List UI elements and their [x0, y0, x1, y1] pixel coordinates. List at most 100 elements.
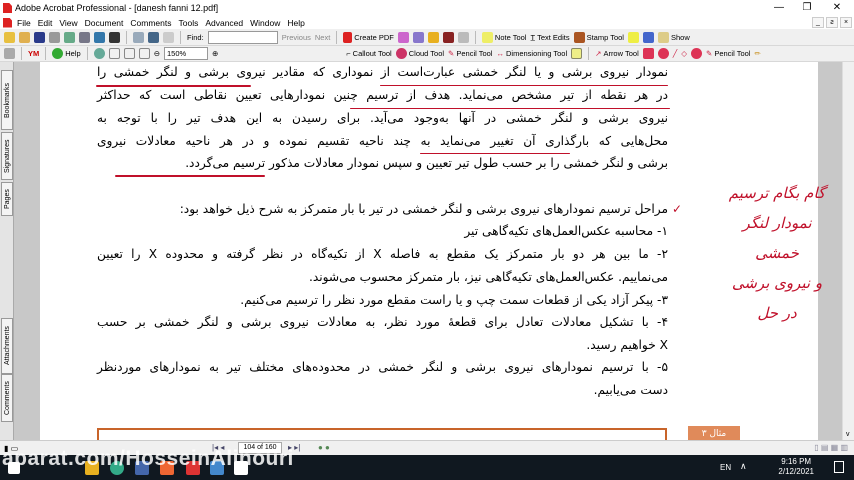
text-edits-button[interactable]: T̲ Text Edits — [530, 33, 569, 42]
callout-tool-label: Callout Tool — [352, 49, 392, 58]
eraser-icon[interactable]: ✏ — [754, 49, 760, 58]
dimensioning-tool-button[interactable]: ↔ Dimensioning Tool — [496, 49, 567, 58]
note-tool-button[interactable]: Note Tool — [481, 31, 527, 43]
title-bar: Adobe Acrobat Professional - [danesh fan… — [0, 0, 854, 16]
lock-icon[interactable] — [427, 31, 439, 43]
menu-window[interactable]: Window — [250, 18, 280, 28]
cloud-icon — [395, 48, 407, 59]
maximize-button[interactable]: ❐ — [792, 0, 822, 16]
secure-icon[interactable] — [397, 31, 409, 43]
handwritten-annotation: گام بگام ترسیم نمودار لنگر خمشی و نیروی … — [722, 178, 832, 328]
tab-comments[interactable]: Comments — [1, 374, 13, 422]
email-icon[interactable] — [64, 31, 75, 43]
forms-icon[interactable] — [457, 31, 469, 43]
menu-document[interactable]: Document — [85, 18, 124, 28]
rectangle-icon[interactable] — [642, 48, 654, 59]
stamp-tool-button[interactable]: Stamp Tool — [573, 31, 624, 43]
scroll-down-icon[interactable]: v — [846, 431, 850, 438]
page-layout-icon[interactable]: ▯ ▤ ▦ ▥ — [814, 443, 848, 452]
callout-tool-button[interactable]: ⌐ Callout Tool — [346, 49, 391, 58]
highlight-icon[interactable] — [627, 31, 639, 43]
text-edits-icon: T̲ — [530, 32, 536, 42]
step-item: ۱- محاسبه عکس‌العمل‌های تکیه‌گاهی تیر — [464, 224, 668, 238]
arrow-tool-button[interactable]: ↗ Arrow Tool — [595, 49, 639, 58]
clock-time: 9:16 PM — [781, 457, 812, 466]
print-icon[interactable] — [49, 31, 60, 43]
menu-comments[interactable]: Comments — [130, 18, 171, 28]
undo-icon[interactable] — [148, 31, 159, 43]
notifications-icon[interactable] — [834, 461, 844, 473]
cloud-tool-button[interactable]: Cloud Tool — [395, 48, 444, 59]
history-nav-icon[interactable]: ● ● — [318, 443, 330, 452]
zoom-in-tool-icon[interactable] — [93, 48, 105, 59]
language-indicator[interactable]: EN — [720, 463, 731, 472]
dimension-icon: ↔ — [496, 49, 504, 58]
sign-icon[interactable] — [412, 31, 424, 43]
find-label: Find: — [187, 32, 204, 42]
menu-view[interactable]: View — [59, 18, 77, 28]
find-input[interactable] — [207, 30, 278, 44]
menu-advanced[interactable]: Advanced — [205, 18, 243, 28]
binoculars-icon[interactable] — [109, 31, 120, 43]
fit-width-icon[interactable] — [138, 48, 150, 59]
tab-signatures[interactable]: Signatures — [1, 132, 13, 180]
doc-restore-button[interactable]: ƨ — [826, 17, 838, 28]
dimensioning-tool-label: Dimensioning Tool — [505, 49, 568, 58]
step-item: دست می‌یابیم. — [593, 383, 668, 397]
find-next-button[interactable]: Next — [315, 33, 330, 42]
show-button[interactable]: Show — [657, 31, 690, 43]
save-icon[interactable] — [34, 31, 45, 43]
create-pdf-button[interactable]: Create PDF — [343, 31, 394, 43]
attach-file-icon[interactable] — [642, 31, 654, 43]
watermark: aparat.com/HosseinAlinouri — [2, 447, 294, 470]
tab-bookmarks[interactable]: Bookmarks — [1, 70, 13, 130]
actual-size-icon[interactable] — [108, 48, 120, 59]
zoom-out-icon[interactable]: ⊖ — [154, 49, 160, 58]
menu-tools[interactable]: Tools — [178, 18, 198, 28]
line-icon[interactable]: ╱ — [673, 49, 678, 58]
tab-pages[interactable]: Pages — [1, 182, 13, 216]
handwritten-line: و نیروی برشی — [731, 274, 823, 292]
pencil-icon: ✎ — [706, 49, 713, 58]
search-web-icon[interactable] — [94, 31, 105, 43]
step-item: ۲- ما بین هر دو بار متمرکز یک مقطع به فا… — [97, 247, 668, 261]
clock[interactable]: 9:16 PM 2/12/2021 — [778, 457, 814, 477]
help-button[interactable]: Help — [52, 48, 81, 59]
note-tool-label: Note Tool — [494, 32, 527, 42]
doc-minimize-button[interactable]: _ — [812, 17, 824, 28]
acrobat-icon — [3, 3, 12, 13]
pen-icon[interactable] — [442, 31, 454, 43]
close-button[interactable]: ✕ — [822, 0, 852, 16]
paragraph-line: نیروی برشی و لنگر خمشی در آنها به‌وجود م… — [97, 111, 668, 125]
minimize-button[interactable]: — — [764, 0, 794, 16]
handwritten-line: در حل — [757, 304, 797, 322]
annotation-underline — [115, 175, 265, 177]
menu-help[interactable]: Help — [287, 18, 304, 28]
review-icon[interactable] — [133, 31, 144, 43]
attach-icon[interactable] — [79, 31, 90, 43]
pencil-tool-button[interactable]: ✎ Pencil Tool — [448, 49, 492, 58]
tab-attachments[interactable]: Attachments — [1, 318, 13, 374]
zoom-input[interactable]: 150% — [163, 47, 208, 60]
tray-chevron-icon[interactable]: ∧ — [740, 461, 747, 472]
select-icon[interactable] — [4, 48, 15, 59]
fit-page-icon[interactable] — [123, 48, 135, 59]
pencil-tool-button-2[interactable]: ✎ Pencil Tool — [706, 49, 750, 58]
menu-file[interactable]: File — [17, 18, 31, 28]
polygon-icon[interactable]: ◇ — [681, 49, 687, 58]
note-icon — [481, 31, 493, 43]
organizer-icon[interactable] — [19, 31, 30, 43]
textbox-icon[interactable] — [571, 48, 583, 59]
zoom-in-icon[interactable]: ⊕ — [212, 49, 218, 58]
menu-edit[interactable]: Edit — [38, 18, 53, 28]
ym-icon[interactable]: YM — [28, 49, 39, 58]
create-pdf-icon — [343, 31, 353, 43]
help-label: Help — [65, 49, 81, 58]
find-previous-button[interactable]: Previous — [282, 33, 311, 42]
polygon-fill-icon[interactable] — [691, 48, 703, 59]
open-icon[interactable] — [4, 31, 15, 43]
vertical-scrollbar[interactable]: v — [842, 62, 854, 440]
doc-close-button[interactable]: × — [840, 17, 852, 28]
oval-icon[interactable] — [657, 48, 669, 59]
copy-icon[interactable] — [163, 31, 174, 43]
